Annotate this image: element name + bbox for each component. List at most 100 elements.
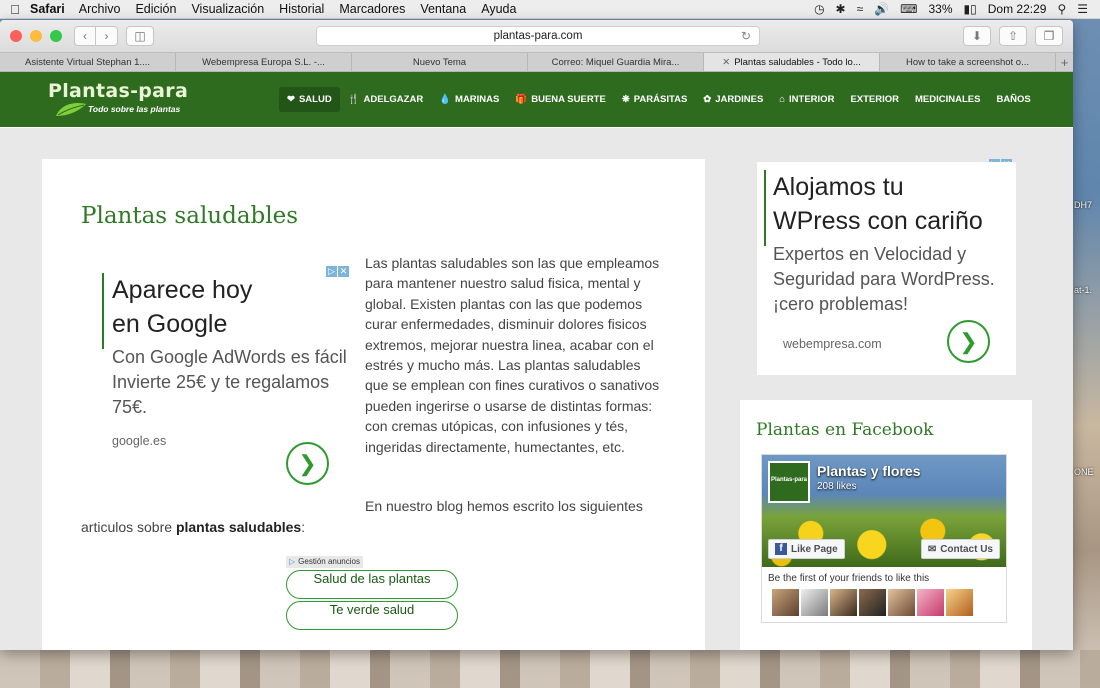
nav-item-exterior[interactable]: EXTERIOR <box>842 87 907 112</box>
avatar[interactable] <box>772 589 799 616</box>
browser-tab[interactable]: Asistente Virtual Stephan 1.... <box>0 53 176 71</box>
desktop-label[interactable]: ONE <box>1074 467 1094 477</box>
nav-item-interior[interactable]: ⌂ INTERIOR <box>771 87 842 112</box>
avatar[interactable] <box>888 589 915 616</box>
zoom-window-button[interactable] <box>50 30 62 42</box>
tab-label: Webempresa Europa S.L. -... <box>202 56 325 68</box>
ad-accent-bar <box>102 273 104 349</box>
battery-icon[interactable]: ▮▯ <box>964 2 977 16</box>
nav-item-jardines[interactable]: ✿ JARDINES <box>695 87 771 112</box>
clock[interactable]: Dom 22:29 <box>988 2 1047 16</box>
desktop-label[interactable]: at-1. <box>1074 285 1092 295</box>
heart-icon: ❤ <box>287 94 295 105</box>
nav-item-marinas[interactable]: 💧 MARINAS <box>431 87 507 112</box>
nav-label: EXTERIOR <box>850 94 899 105</box>
sidebar-ad[interactable]: Alojamos tu WPress con cariño Expertos e… <box>757 162 1016 375</box>
browser-tab-active[interactable]: ✕ Plantas saludables - Todo lo... <box>704 53 880 71</box>
browser-tab[interactable]: Correo: Miquel Guardia Mira... <box>528 53 704 71</box>
spotlight-search-icon[interactable]: ⚲ <box>1057 2 1066 16</box>
cutlery-icon: 🍴 <box>347 94 360 105</box>
menu-ayuda[interactable]: Ayuda <box>481 2 516 16</box>
address-bar[interactable]: plantas-para.com ↻ <box>316 26 760 46</box>
site-header: Plantas-para Todo sobre las plantas ❤ SAL… <box>0 72 1073 127</box>
home-icon: ⌂ <box>779 94 786 105</box>
site-logo[interactable]: Plantas-para Todo sobre las plantas <box>48 80 188 116</box>
bug-icon: ❋ <box>621 94 630 105</box>
sidebar-toggle-button[interactable]: ◫ <box>126 26 154 46</box>
time-machine-icon[interactable]: ◷ <box>814 2 824 16</box>
app-menu[interactable]: Safari <box>30 2 65 16</box>
ad-open-button[interactable]: ❯ <box>286 442 329 485</box>
tab-overview-button[interactable]: ❐ <box>1035 26 1063 46</box>
menu-visualizacion[interactable]: Visualización <box>191 2 264 16</box>
contact-us-button[interactable]: ✉ Contact Us <box>920 539 1000 559</box>
keyboard-icon[interactable]: ⌨ <box>900 2 917 16</box>
url-text: plantas-para.com <box>493 30 583 42</box>
ad-headline[interactable]: en Google <box>102 307 360 341</box>
google-ad[interactable]: Aparece hoy en Google Con Google AdWords… <box>102 273 360 485</box>
ad-open-button[interactable]: ❯ <box>947 320 990 363</box>
menu-marcadores[interactable]: Marcadores <box>339 2 405 16</box>
main-navigation: ❤ SALUD 🍴 ADELGAZAR 💧 MARINAS 🎁 BUENA SUERTE… <box>279 87 1039 112</box>
ad-links-unit: ▷ Gestión anuncios Salud de las plantas T… <box>286 551 461 630</box>
status-area: ◷ ✱ ≈ 🔊 ⌨ 33% ▮▯ Dom 22:29 ⚲ ☰ <box>814 2 1100 16</box>
ad-url[interactable]: webempresa.com <box>773 337 882 351</box>
ad-headline[interactable]: Aparece hoy <box>102 273 360 307</box>
back-button[interactable]: ‹ <box>74 26 96 46</box>
facebook-page-name[interactable]: Plantas y flores <box>817 463 921 479</box>
nav-label: ADELGAZAR <box>363 94 424 105</box>
page-content: Plantas saludables ▷ ✕ Aparece hoy en Goo… <box>0 128 1073 650</box>
ad-links-label[interactable]: ▷ Gestión anuncios <box>286 555 363 568</box>
battery-percent[interactable]: 33% <box>928 2 952 16</box>
nav-item-banos[interactable]: BAÑOS <box>988 87 1038 112</box>
ad-headline[interactable]: Alojamos tu <box>757 162 1016 204</box>
minimize-window-button[interactable] <box>30 30 42 42</box>
browser-tab[interactable]: Webempresa Europa S.L. -... <box>176 53 352 71</box>
facebook-page-thumbnail[interactable]: Plantas-para <box>768 461 810 503</box>
toolbar-right-buttons: ⬇ ⇧ ❐ <box>963 26 1063 46</box>
downloads-button[interactable]: ⬇ <box>963 26 991 46</box>
menu-ventana[interactable]: Ventana <box>420 2 466 16</box>
bluetooth-icon[interactable]: ✱ <box>836 2 846 16</box>
close-window-button[interactable] <box>10 30 22 42</box>
avatar[interactable] <box>859 589 886 616</box>
notification-center-icon[interactable]: ☰ <box>1077 2 1088 16</box>
chevron-right-icon: ❯ <box>298 450 317 476</box>
page-title: Plantas saludables <box>81 203 299 229</box>
wifi-icon[interactable]: ≈ <box>857 2 864 16</box>
new-tab-button[interactable]: + <box>1056 53 1073 71</box>
nav-item-adelgazar[interactable]: 🍴 ADELGAZAR <box>340 87 431 112</box>
ad-link-button[interactable]: Te verde salud <box>286 601 458 630</box>
ad-headline[interactable]: WPress con cariño <box>757 204 1016 238</box>
forward-button[interactable]: › <box>96 26 118 46</box>
nav-item-parasitas[interactable]: ❋ PARÁSITAS <box>614 87 695 112</box>
nav-item-medicinales[interactable]: MEDICINALES <box>907 87 988 112</box>
close-tab-icon[interactable]: ✕ <box>722 57 730 68</box>
ad-url[interactable]: google.es <box>102 434 360 448</box>
nav-label: BAÑOS <box>996 94 1031 105</box>
tab-label: Asistente Virtual Stephan 1.... <box>25 56 150 68</box>
volume-icon[interactable]: 🔊 <box>874 2 889 16</box>
browser-tab[interactable]: How to take a screenshot o... <box>880 53 1056 71</box>
facebook-cover-photo[interactable]: Plantas-para Plantas y flores 208 likes … <box>762 455 1006 567</box>
avatar[interactable] <box>917 589 944 616</box>
menu-edicion[interactable]: Edición <box>135 2 176 16</box>
avatar[interactable] <box>946 589 973 616</box>
fan-avatars <box>772 589 973 616</box>
apple-menu-icon[interactable]:  <box>0 2 30 17</box>
ad-link-button[interactable]: Salud de las plantas <box>286 570 458 599</box>
menu-historial[interactable]: Historial <box>279 2 324 16</box>
nav-item-buena-suerte[interactable]: 🎁 BUENA SUERTE <box>507 87 613 112</box>
tab-label: Plantas saludables - Todo lo... <box>734 56 861 68</box>
button-label: Like Page <box>791 543 838 555</box>
avatar[interactable] <box>830 589 857 616</box>
reload-icon[interactable]: ↻ <box>741 29 751 43</box>
like-page-button[interactable]: f Like Page <box>768 539 845 559</box>
avatar[interactable] <box>801 589 828 616</box>
share-button[interactable]: ⇧ <box>999 26 1027 46</box>
desktop-label[interactable]: DH7 <box>1074 200 1092 210</box>
browser-tab[interactable]: Nuevo Tema <box>352 53 528 71</box>
menu-archivo[interactable]: Archivo <box>79 2 121 16</box>
nav-item-salud[interactable]: ❤ SALUD <box>279 87 340 112</box>
article-card: Plantas saludables ▷ ✕ Aparece hoy en Goo… <box>42 159 705 650</box>
